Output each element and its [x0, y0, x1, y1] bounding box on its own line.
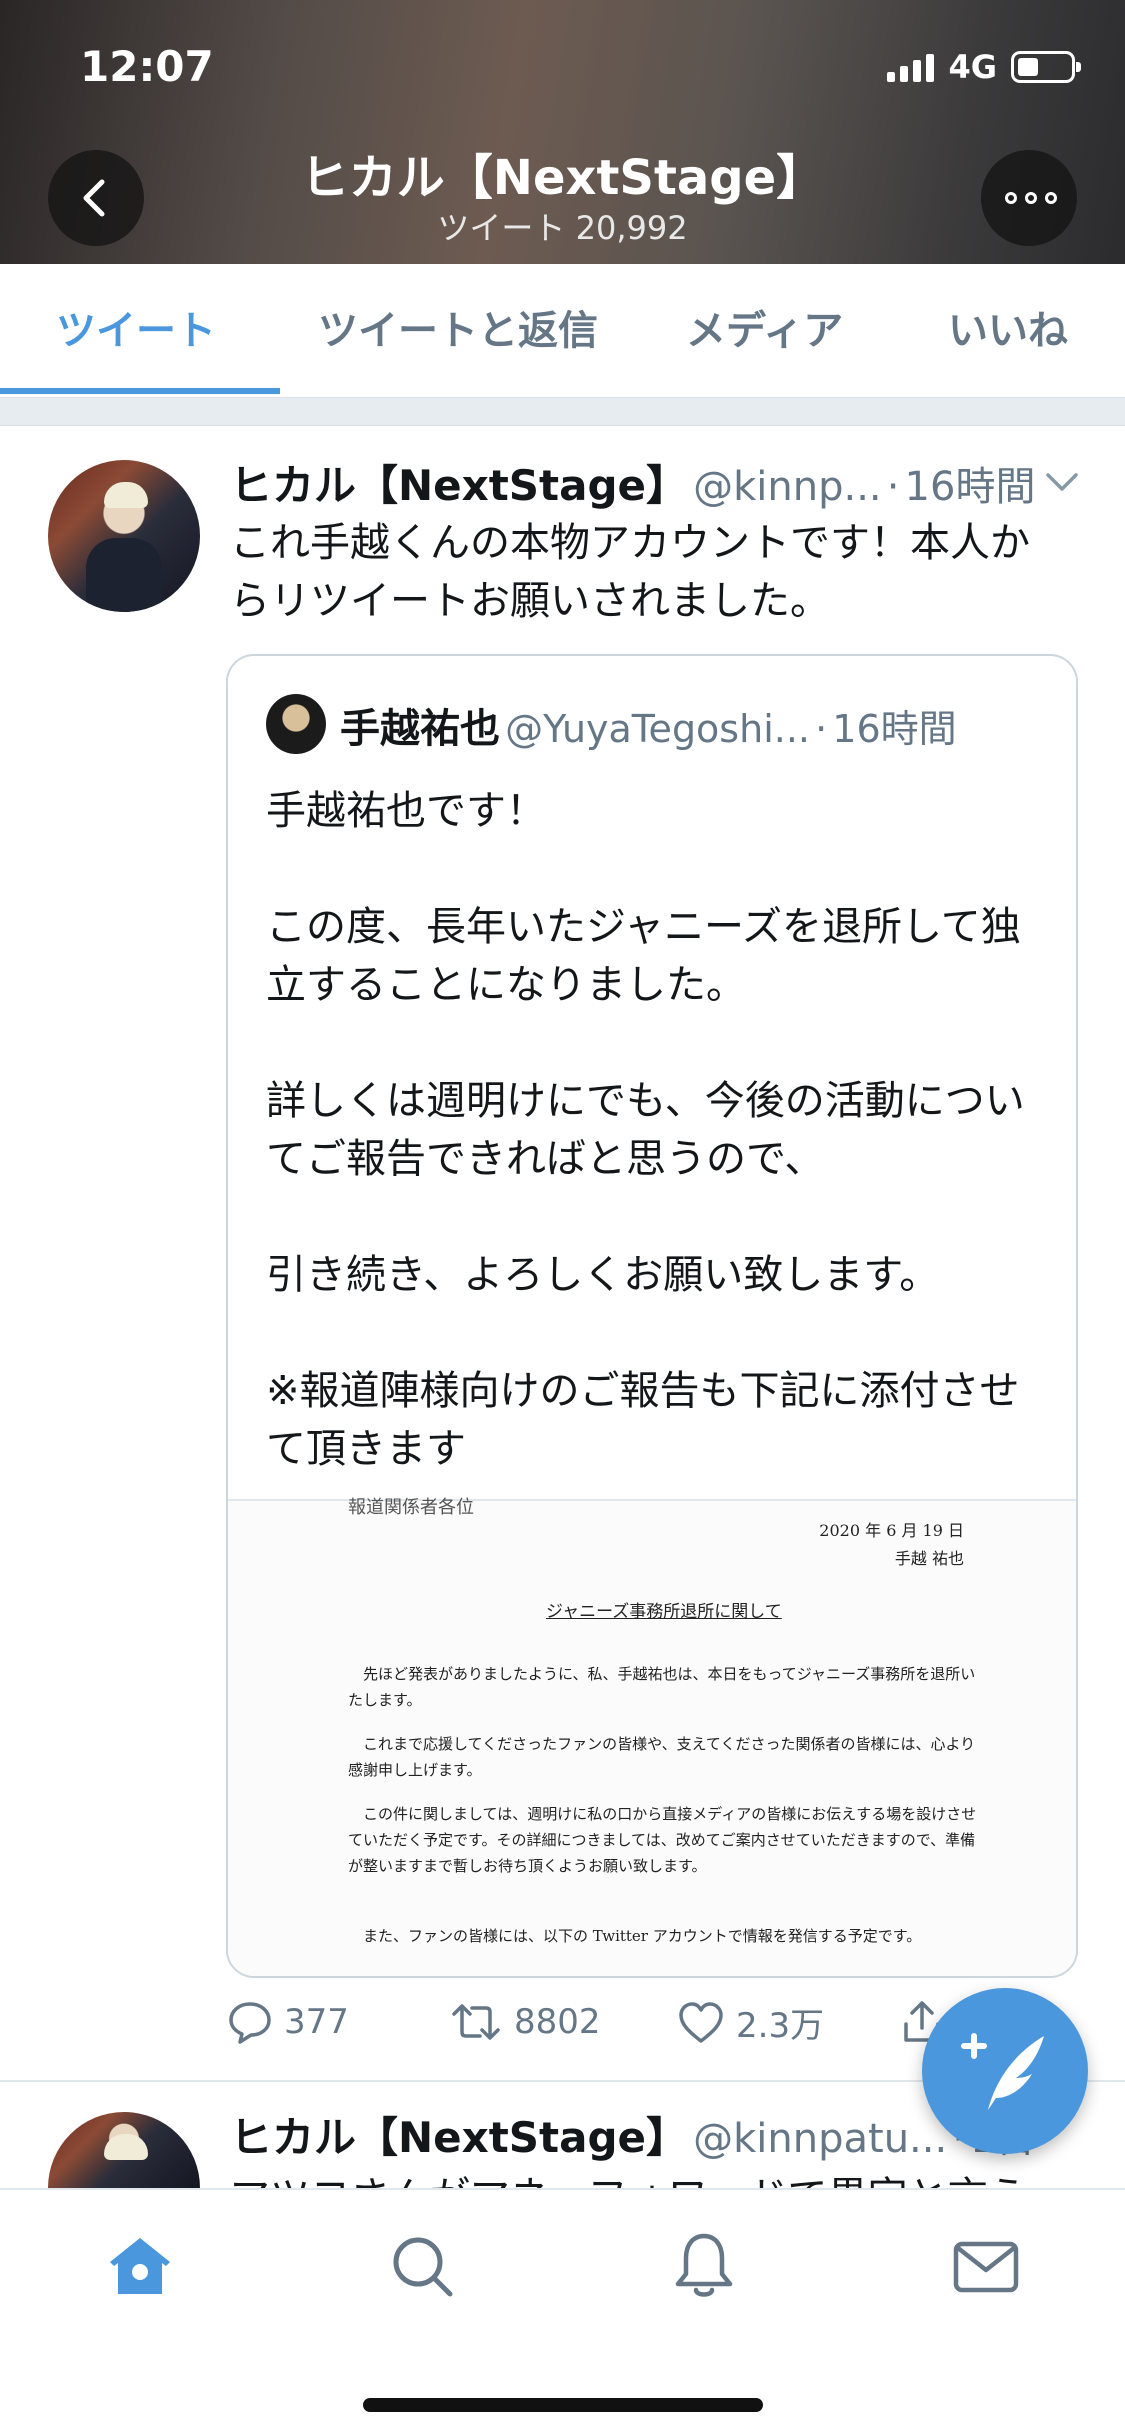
quoted-tweet-time: 16時間 [832, 707, 957, 751]
document-paragraph: 先ほど発表がありましたように、私、手越祐也は、本日をもってジャニーズ事務所を退所… [348, 1665, 976, 1709]
reply-button[interactable]: 377 [226, 1998, 349, 2046]
like-count: 2.3万 [736, 2006, 825, 2046]
tweet-author-handle[interactable]: @kinnpatu... [693, 2116, 947, 2162]
tweet-text: マツコさんがマネーフォワードで黒字と言う [230, 2168, 1090, 2188]
more-button[interactable] [981, 150, 1077, 246]
home-icon [110, 2238, 170, 2294]
separator-band [0, 398, 1125, 426]
document-paragraph: また、ファンの皆様には、以下の Twitter アカウントで情報を発信する予定で… [363, 1927, 922, 1945]
tweet-count: ツイート 20,992 [437, 209, 688, 247]
quoted-author-name: 手越祐也 [340, 706, 500, 752]
profile-header: 12:07 4G ヒカル【NextStage】 ツイート 20,992 [0, 0, 1125, 264]
heart-icon [679, 2001, 723, 2043]
attached-document-image[interactable]: 報道関係者各位 2020 年 6 月 19 日 手越 祐也 ジャニーズ事務所退所… [228, 1497, 1076, 1976]
tweet-text: これ手越くんの本物アカウントです！本人か らリツイートお願いされました。 [230, 514, 1090, 630]
quoted-paragraph: 引き続き、よろしくお願い致します。 [266, 1252, 940, 1298]
document-paragraph: この件に関しましては、週明けに私の口から直接メディアの皆様にお伝えする場を設けさ… [348, 1805, 977, 1875]
chevron-down-icon[interactable] [1044, 470, 1080, 494]
tweet-time: 16時間 [904, 464, 1036, 510]
quoted-tweet-text: 手越祐也です！ この度、長年いたジャニーズを退所して独立することになりました。 … [266, 782, 1056, 1478]
nav-notifications[interactable] [664, 2226, 744, 2306]
avatar[interactable] [48, 460, 200, 612]
active-tab-indicator [0, 388, 280, 394]
reply-icon [229, 2002, 271, 2044]
chevron-left-icon [83, 179, 105, 217]
status-time: 12:07 [80, 42, 214, 91]
profile-name: ヒカル【NextStage】 [300, 150, 825, 206]
more-icon [1005, 192, 1057, 204]
quoted-paragraph: ※報道陣様向けのご報告も下記に添付させて頂きます [266, 1368, 1020, 1472]
compose-tweet-button[interactable] [922, 1988, 1088, 2154]
quoted-paragraph: 詳しくは週明けにでも、今後の活動についてご報告できればと思うので、 [266, 1078, 1025, 1182]
retweet-count: 8802 [514, 2002, 601, 2042]
avatar [266, 694, 326, 754]
quoted-tweet-header: 手越祐也 @YuyaTegoshi... · 16時間 [340, 696, 1070, 752]
meta-separator: · [886, 464, 900, 510]
meta-separator: · [815, 707, 828, 751]
signal-icon [887, 52, 935, 82]
tab-tweets[interactable]: ツイート [56, 264, 216, 398]
tweet-actions: 377 8802 2.3万 [226, 1998, 1026, 2058]
quoted-tweet[interactable]: 手越祐也 @YuyaTegoshi... · 16時間 手越祐也です！ この度、… [226, 654, 1078, 1978]
tweet-text-line: らリツイートお願いされました。 [230, 578, 830, 624]
document-date: 2020 年 6 月 19 日 [819, 1521, 964, 1540]
avatar[interactable] [48, 2112, 200, 2188]
nav-messages[interactable] [946, 2226, 1026, 2306]
tweet-author-handle[interactable]: @kinnp... [693, 464, 882, 510]
quoted-author-handle: @YuyaTegoshi... [505, 707, 810, 751]
like-button[interactable]: 2.3万 [676, 1998, 824, 2047]
network-type: 4G [948, 48, 997, 86]
tweet-text-line: これ手越くんの本物アカウントです！本人か [230, 520, 1030, 566]
status-indicators: 4G [887, 48, 1081, 86]
tab-likes[interactable]: いいね [948, 264, 1068, 398]
tweet-author-name[interactable]: ヒカル【NextStage】 [230, 2113, 688, 2162]
reply-count: 377 [284, 2002, 349, 2042]
tab-media[interactable]: メディア [686, 264, 843, 398]
tweet-author-name[interactable]: ヒカル【NextStage】 [230, 461, 688, 510]
quoted-paragraph: この度、長年いたジャニーズを退所して独立することになりました。 [266, 904, 1021, 1008]
retweet-icon [452, 2004, 500, 2040]
retweet-button[interactable]: 8802 [448, 1998, 601, 2046]
nav-search[interactable] [382, 2226, 462, 2306]
home-indicator [363, 2398, 763, 2412]
compose-tweet-icon [961, 2033, 1044, 2110]
document-recipient: 報道関係者各位 [348, 1497, 474, 1518]
header-title-block: ヒカル【NextStage】 ツイート 20,992 [200, 150, 925, 248]
document-paragraph: これまで応援してくださったファンの皆様や、支えてくださった関係者の皆様には、心よ… [348, 1735, 976, 1779]
profile-tabs: ツイート ツイートと返信 メディア いいね [0, 264, 1125, 398]
tweet-header: ヒカル【NextStage】 @kinnp... · 16時間 [230, 452, 1070, 512]
tab-tweets-and-replies[interactable]: ツイートと返信 [318, 264, 598, 398]
document-heading: ジャニーズ事務所退所に関して [546, 1602, 782, 1622]
back-button[interactable] [48, 150, 144, 246]
quoted-paragraph: 手越祐也です！ [266, 788, 546, 834]
battery-icon [1011, 51, 1081, 83]
mail-icon [953, 2241, 1019, 2293]
search-icon [393, 2237, 453, 2297]
nav-home[interactable] [100, 2226, 180, 2306]
bell-icon [675, 2233, 733, 2297]
document-author: 手越 祐也 [894, 1549, 964, 1568]
